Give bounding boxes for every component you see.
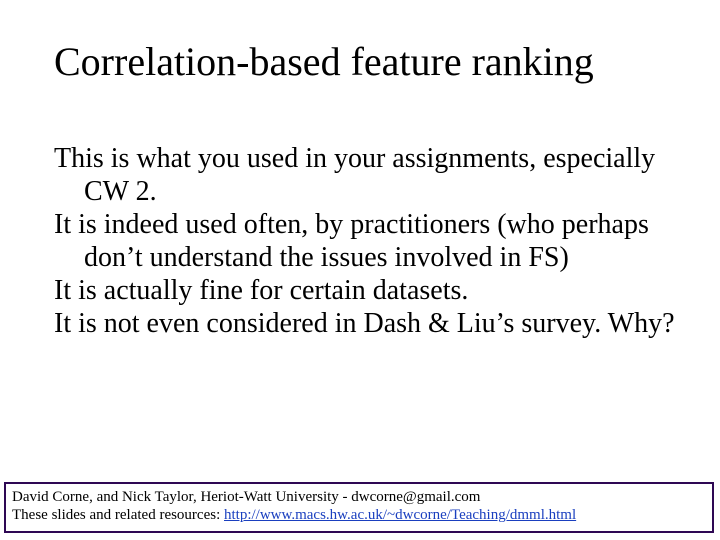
slide: Correlation-based feature ranking This i… [0, 0, 720, 540]
body-paragraph-2: It is indeed used often, by practitioner… [54, 208, 680, 274]
footer-resources-link[interactable]: http://www.macs.hw.ac.uk/~dwcorne/Teachi… [224, 507, 576, 523]
footer-line-2: These slides and related resources: http… [12, 506, 706, 525]
body-paragraph-1: This is what you used in your assignment… [54, 142, 680, 208]
body-paragraph-4: It is not even considered in Dash & Liu’… [54, 307, 680, 340]
footer-resources-label: These slides and related resources: [12, 507, 224, 523]
footer-line-1: David Corne, and Nick Taylor, Heriot-Wat… [12, 488, 706, 507]
slide-title: Correlation-based feature ranking [54, 38, 680, 85]
slide-body: This is what you used in your assignment… [54, 142, 680, 340]
body-paragraph-3: It is actually fine for certain datasets… [54, 274, 680, 307]
footer-box: David Corne, and Nick Taylor, Heriot-Wat… [4, 482, 714, 534]
